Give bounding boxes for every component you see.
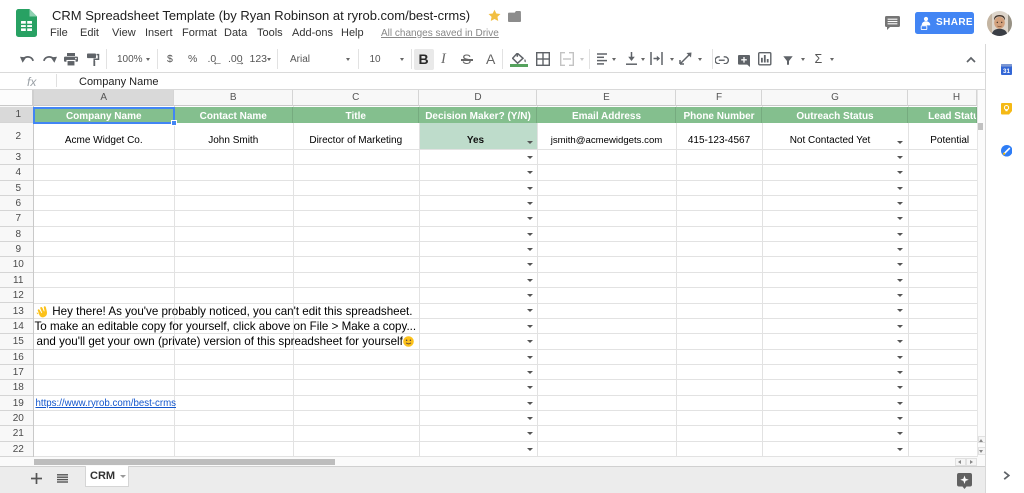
svg-text:31: 31 bbox=[1003, 67, 1010, 74]
